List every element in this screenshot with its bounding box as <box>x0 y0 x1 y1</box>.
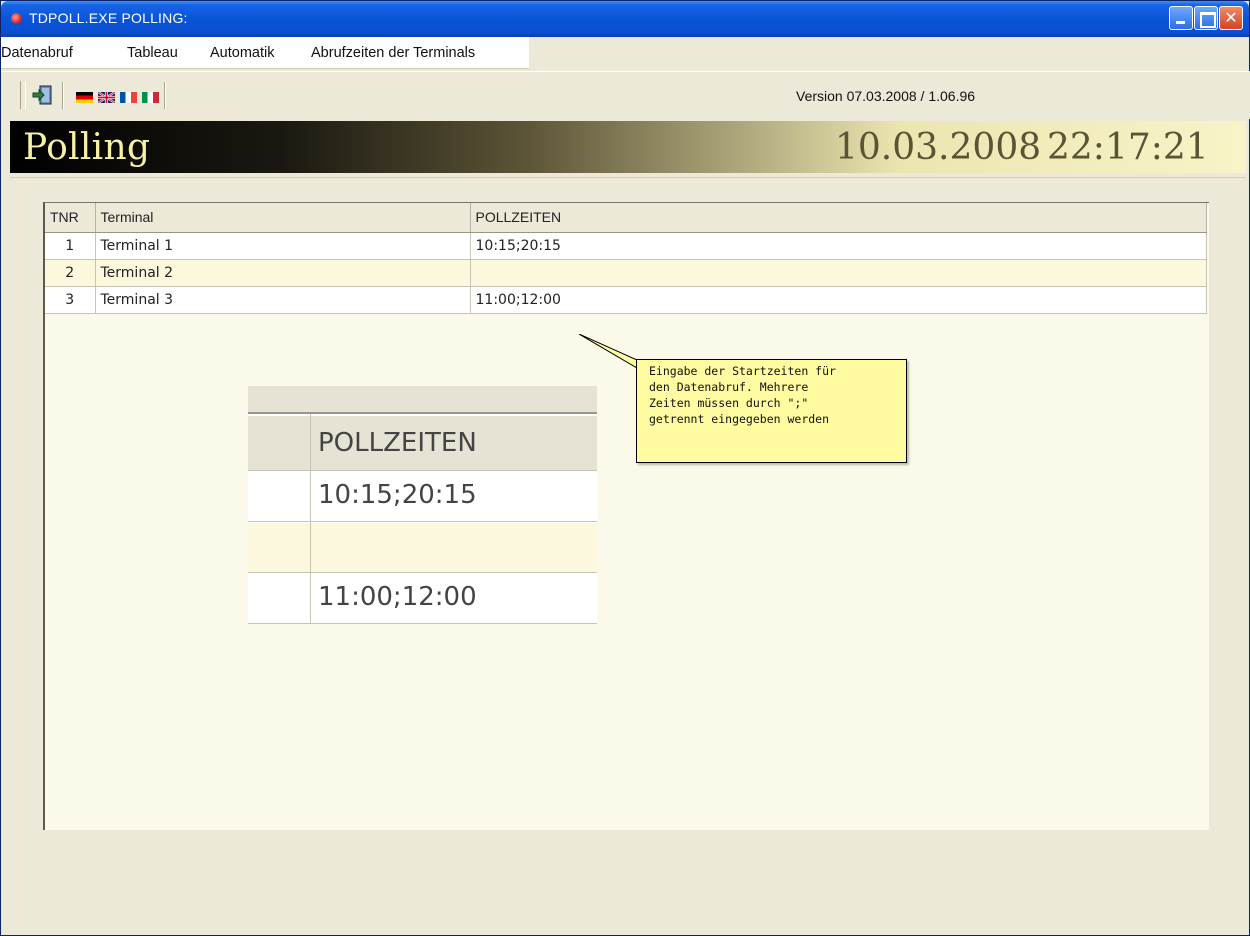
cell-tnr[interactable]: 1 <box>45 232 96 260</box>
cell-tnr[interactable]: 2 <box>45 259 96 287</box>
zoom-inset: POLLZEITEN 10:15;20:15 11:00;12:00 <box>248 386 597 624</box>
toolbar-separator <box>62 82 64 109</box>
column-header-pollzeiten[interactable]: POLLZEITEN <box>470 203 1207 233</box>
zoom-row: 11:00;12:00 <box>248 574 597 624</box>
tooltip-line: den Datenabruf. Mehrere <box>649 380 809 394</box>
menu-item-tableau[interactable]: Tableau <box>127 45 178 61</box>
cell-pollzeiten[interactable] <box>470 259 1207 287</box>
close-icon: ✕ <box>1224 8 1238 27</box>
flag-it-icon[interactable] <box>142 92 159 103</box>
flag-gb-icon[interactable] <box>98 92 115 103</box>
header-date: 10.03.2008 <box>835 127 1042 168</box>
column-header-tnr[interactable]: TNR <box>45 203 96 233</box>
tooltip-balloon: Eingabe der Startzeiten für den Datenabr… <box>636 359 907 463</box>
toolbar: Version 07.03.2008 / 1.06.96 <box>1 71 1250 119</box>
menu-bar: Datenabruf Tableau Automatik Abrufzeiten… <box>1 37 529 69</box>
tooltip-line: Zeiten müssen durch ";" <box>649 396 809 410</box>
zoom-row: 10:15;20:15 <box>248 472 597 522</box>
page-title: Polling <box>23 127 151 168</box>
menu-item-automatik[interactable]: Automatik <box>210 45 274 61</box>
zoom-column-header: POLLZEITEN <box>248 416 597 471</box>
tooltip-line: Eingabe der Startzeiten für <box>649 364 836 378</box>
app-icon <box>11 13 22 24</box>
toolbar-separator <box>164 82 166 109</box>
flag-fr-icon[interactable] <box>120 92 137 103</box>
tooltip-line: getrennt eingegeben werden <box>649 412 830 426</box>
table-row[interactable]: 2 Terminal 2 <box>45 259 1207 287</box>
table-header-row: TNR Terminal POLLZEITEN <box>45 203 1207 233</box>
cell-terminal[interactable]: Terminal 3 <box>95 286 471 314</box>
zoom-header-label: POLLZEITEN <box>318 428 477 458</box>
header-time: 22:17:21 <box>1047 127 1209 168</box>
flag-de-icon[interactable] <box>76 92 93 103</box>
column-header-terminal[interactable]: Terminal <box>95 203 471 233</box>
menu-bar-filler <box>529 37 1249 69</box>
menu-item-datenabruf[interactable]: Datenabruf <box>1 45 73 61</box>
table-row[interactable]: 1 Terminal 1 10:15;20:15 <box>45 232 1207 260</box>
cell-pollzeiten[interactable]: 10:15;20:15 <box>470 232 1207 260</box>
cell-tnr[interactable]: 3 <box>45 286 96 314</box>
zoom-header-strip <box>248 386 597 414</box>
zoom-row <box>248 523 597 573</box>
menu-item-abrufzeiten[interactable]: Abrufzeiten der Terminals <box>311 45 475 61</box>
cell-terminal[interactable]: Terminal 1 <box>95 232 471 260</box>
title-bar[interactable]: TDPOLL.EXE POLLING: ✕ <box>1 1 1249 37</box>
window-title: TDPOLL.EXE POLLING: <box>29 10 188 26</box>
exit-icon[interactable] <box>31 84 53 106</box>
zoom-column-divider <box>310 414 311 624</box>
terminals-table: TNR Terminal POLLZEITEN 1 Terminal 1 10:… <box>45 203 1207 314</box>
maximize-button[interactable] <box>1194 6 1218 30</box>
close-button[interactable]: ✕ <box>1219 6 1243 30</box>
zoom-value: 11:00;12:00 <box>318 582 477 612</box>
application-window: TDPOLL.EXE POLLING: ✕ Datenabruf Tableau… <box>0 0 1250 936</box>
cell-terminal[interactable]: Terminal 2 <box>95 259 471 287</box>
minimize-button[interactable] <box>1169 6 1193 30</box>
toolbar-grip[interactable] <box>20 81 26 109</box>
version-label: Version 07.03.2008 / 1.06.96 <box>796 88 976 104</box>
cell-pollzeiten[interactable]: 11:00;12:00 <box>470 286 1207 314</box>
table-row[interactable]: 3 Terminal 3 11:00;12:00 <box>45 286 1207 314</box>
zoom-value: 10:15;20:15 <box>318 480 477 510</box>
